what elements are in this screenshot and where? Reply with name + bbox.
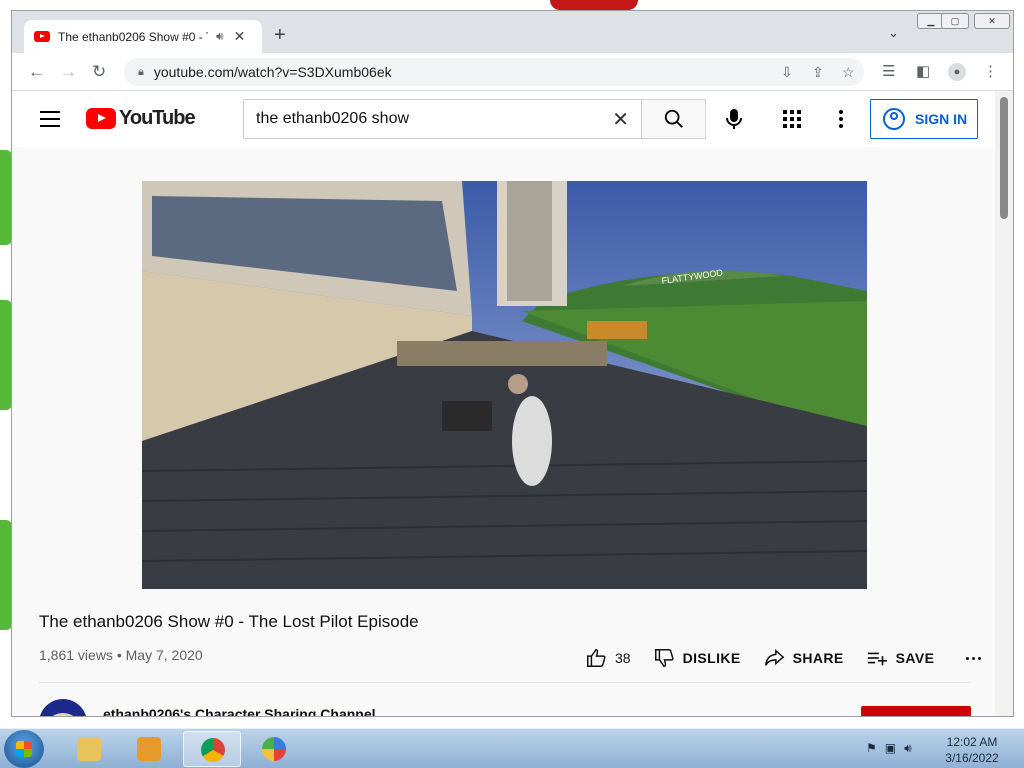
browser-toolbar: ← → ↻ 🔒︎ youtube.com/watch?v=S3DXumb06ek… (12, 53, 1013, 91)
tab-search-chevron-icon[interactable]: ⌄ (888, 25, 899, 41)
share-page-icon[interactable]: ⇪ (812, 64, 824, 81)
like-count: 38 (615, 650, 631, 666)
chrome-icon (201, 738, 225, 762)
close-window-button[interactable]: ✕ (974, 13, 1010, 29)
video-meta: 1,861 views • May 7, 2020 (39, 647, 203, 663)
close-tab-icon[interactable]: ✕ (234, 28, 246, 45)
upload-date: May 7, 2020 (125, 647, 203, 663)
save-button[interactable]: SAVE (866, 647, 935, 669)
channel-avatar[interactable] (39, 699, 87, 716)
hamburger-menu-icon[interactable] (40, 111, 60, 127)
video-player[interactable]: FLATTYWOOD (142, 181, 867, 589)
meta-separator: • (116, 647, 122, 663)
url-text[interactable]: youtube.com/watch?v=S3DXumb06ek (154, 64, 392, 80)
folder-icon (77, 737, 101, 761)
network-icon[interactable]: ▣ (885, 741, 896, 756)
taskbar-paint[interactable] (245, 731, 303, 767)
taskbar-media-player[interactable] (120, 731, 178, 767)
back-arrow-icon[interactable]: ← (28, 62, 45, 82)
volume-icon[interactable]: 🔊︎ (904, 741, 912, 756)
sign-in-button[interactable]: SIGN IN (870, 99, 978, 139)
system-tray: ⚑ ▣ 🔊︎ (866, 741, 912, 756)
tab-strip: The ethanb0206 Show #0 - T 🔊︎ ✕ + ⌄ ▁ ▢ … (12, 11, 1013, 53)
thumbs-down-icon (654, 649, 674, 667)
clear-search-icon[interactable]: ✕ (612, 107, 629, 132)
playlist-add-icon (867, 652, 887, 666)
subscribe-button[interactable]: SUBSCRIBE (861, 706, 971, 716)
channel-name[interactable]: ethanb0206's Character Sharing Channel (103, 706, 376, 716)
video-title: The ethanb0206 Show #0 - The Lost Pilot … (39, 612, 419, 631)
youtube-logo[interactable]: YouTube (86, 107, 196, 130)
clock-time: 12:02 AM (946, 735, 998, 749)
side-panel-icon[interactable]: ◧ (916, 62, 930, 80)
forward-arrow-icon[interactable]: → (60, 62, 77, 82)
search-input[interactable]: the ethanb0206 show ✕ (243, 99, 642, 139)
youtube-play-logo-icon (86, 108, 116, 129)
tab-title: The ethanb0206 Show #0 - T (58, 29, 208, 44)
reading-list-icon[interactable]: ☰ (882, 62, 895, 80)
paint-icon (262, 737, 286, 761)
action-center-icon[interactable]: ⚑ (866, 741, 877, 756)
clock-date: 3/16/2022 (945, 751, 999, 765)
address-bar[interactable]: 🔒︎ youtube.com/watch?v=S3DXumb06ek ⇩ ⇪ ☆ (124, 58, 864, 86)
video-frame-image: FLATTYWOOD (142, 181, 867, 589)
video-actions: 38 DISLIKE SHARE SAVE (585, 646, 982, 670)
start-button[interactable] (4, 730, 44, 768)
youtube-page: YouTube the ethanb0206 show ✕ SIGN IN FL… (12, 91, 997, 716)
new-tab-icon[interactable]: + (274, 24, 286, 47)
apps-grid-icon[interactable] (783, 110, 801, 128)
media-player-icon (137, 737, 161, 761)
thumbs-up-icon (587, 649, 606, 667)
taskbar-clock[interactable]: 12:02 AM 3/16/2022 (940, 734, 1004, 766)
share-arrow-icon (764, 649, 784, 666)
taskbar-explorer[interactable] (60, 731, 118, 767)
chrome-window: The ethanb0206 Show #0 - T 🔊︎ ✕ + ⌄ ▁ ▢ … (11, 10, 1014, 717)
account-icon (883, 108, 905, 130)
page-scrollbar[interactable] (995, 91, 1013, 716)
browser-menu-icon[interactable]: ⋮ (983, 62, 998, 80)
share-button[interactable]: SHARE (763, 647, 844, 669)
sign-in-label: SIGN IN (915, 111, 968, 127)
profile-avatar-icon[interactable]: ● (948, 63, 966, 81)
youtube-header: YouTube the ethanb0206 show ✕ SIGN IN (12, 91, 997, 147)
like-button[interactable]: 38 (585, 647, 631, 669)
scrollbar-thumb[interactable] (1000, 97, 1008, 219)
microphone-icon[interactable] (724, 108, 744, 130)
youtube-logo-text: YouTube (119, 107, 196, 129)
youtube-favicon-icon (34, 31, 50, 42)
maximize-button[interactable]: ▢ (941, 13, 969, 29)
save-label: SAVE (895, 650, 935, 666)
search-button[interactable] (642, 99, 706, 139)
taskbar-chrome[interactable] (183, 731, 241, 767)
more-actions-icon[interactable] (966, 656, 982, 660)
settings-menu-icon[interactable] (839, 110, 843, 131)
search-query[interactable]: the ethanb0206 show (256, 110, 612, 128)
dislike-button[interactable]: DISLIKE (653, 647, 741, 669)
windows-taskbar: ⚑ ▣ 🔊︎ 12:02 AM 3/16/2022 (0, 728, 1024, 768)
desktop-wallpaper-shape (550, 0, 638, 10)
divider (39, 682, 971, 683)
browser-tab[interactable]: The ethanb0206 Show #0 - T 🔊︎ ✕ (24, 20, 262, 53)
bookmark-star-icon[interactable]: ☆ (842, 64, 855, 81)
dislike-label: DISLIKE (682, 650, 741, 666)
lock-icon[interactable]: 🔒︎ (138, 66, 144, 79)
install-app-icon[interactable]: ⇩ (781, 64, 793, 81)
share-label: SHARE (792, 650, 844, 666)
speaker-icon[interactable]: 🔊︎ (216, 29, 224, 44)
search-icon (664, 109, 683, 128)
view-count: 1,861 views (39, 647, 113, 663)
reload-icon[interactable]: ↻ (92, 62, 106, 82)
